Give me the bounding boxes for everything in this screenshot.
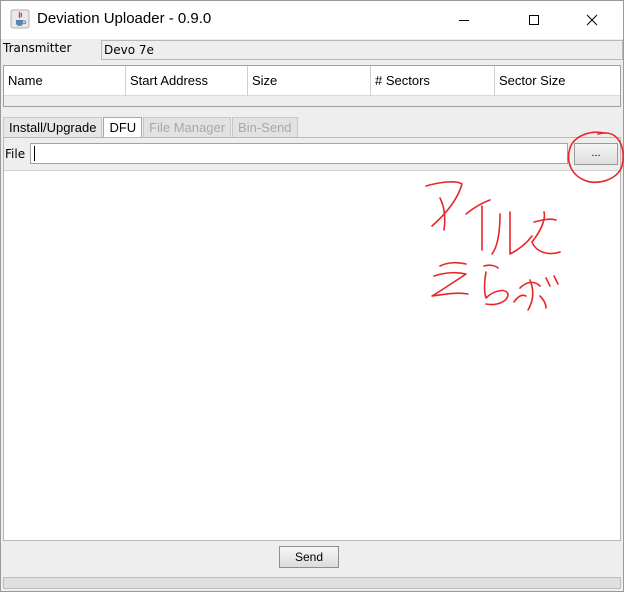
column-header-start-address[interactable]: Start Address bbox=[126, 66, 248, 96]
table-header: Name Start Address Size # Sectors Sector… bbox=[4, 66, 620, 96]
table-body bbox=[4, 96, 620, 106]
window-title: Deviation Uploader - 0.9.0 bbox=[37, 10, 212, 27]
file-label: File bbox=[5, 147, 26, 161]
maximize-icon bbox=[529, 15, 539, 25]
column-header-size[interactable]: Size bbox=[248, 66, 371, 96]
send-button[interactable]: Send bbox=[279, 546, 339, 568]
uploader-window: Deviation Uploader - 0.9.0 Transmitter D… bbox=[0, 0, 624, 592]
java-coffee-icon bbox=[10, 9, 30, 29]
text-caret bbox=[34, 146, 35, 161]
tab-install-upgrade[interactable]: Install/Upgrade bbox=[3, 117, 103, 137]
dfu-panel: File ... bbox=[3, 137, 621, 541]
file-path-input[interactable] bbox=[30, 143, 568, 164]
sector-table[interactable]: Name Start Address Size # Sectors Sector… bbox=[3, 65, 621, 107]
title-bar[interactable]: Deviation Uploader - 0.9.0 bbox=[1, 1, 623, 39]
tab-dfu[interactable]: DFU bbox=[103, 117, 143, 137]
progress-bar bbox=[3, 577, 621, 589]
dfu-content-area bbox=[4, 170, 620, 540]
column-header-name[interactable]: Name bbox=[4, 66, 126, 96]
column-header-sectors[interactable]: # Sectors bbox=[371, 66, 495, 96]
minimize-button[interactable] bbox=[441, 1, 487, 39]
tab-file-manager: File Manager bbox=[143, 117, 232, 137]
tab-bar: Install/Upgrade DFU File Manager Bin-Sen… bbox=[3, 117, 299, 137]
close-icon bbox=[586, 14, 598, 26]
minimize-icon bbox=[459, 20, 469, 21]
transmitter-label: Transmitter bbox=[3, 41, 72, 55]
close-button[interactable] bbox=[569, 1, 615, 39]
maximize-button[interactable] bbox=[511, 1, 557, 39]
transmitter-field[interactable]: Devo 7e bbox=[101, 40, 623, 60]
column-header-sector-size[interactable]: Sector Size bbox=[495, 66, 618, 96]
browse-button[interactable]: ... bbox=[574, 143, 618, 165]
tab-bin-send: Bin-Send bbox=[232, 117, 298, 137]
